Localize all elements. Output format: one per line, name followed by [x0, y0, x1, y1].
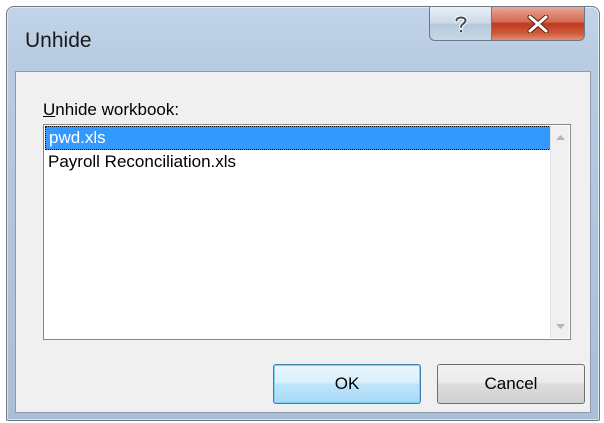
- workbook-list-items: pwd.xls Payroll Reconciliation.xls: [45, 126, 551, 338]
- label-accesskey: U: [43, 100, 56, 119]
- vertical-scrollbar[interactable]: [550, 126, 569, 338]
- list-item[interactable]: pwd.xls: [45, 126, 551, 150]
- help-button[interactable]: [429, 7, 491, 41]
- close-x-icon: [527, 14, 549, 33]
- dialog-client-area: Unhide workbook: pwd.xls Payroll Reconcil…: [15, 71, 591, 413]
- caption-buttons: [429, 7, 585, 41]
- unhide-dialog-window: Unhide Unhide workbook: pwd.xls Payroll …: [6, 6, 600, 421]
- ok-button[interactable]: OK: [273, 364, 421, 404]
- question-mark-icon: [454, 15, 468, 33]
- cancel-button[interactable]: Cancel: [437, 364, 585, 404]
- workbook-listbox[interactable]: pwd.xls Payroll Reconciliation.xls: [43, 124, 571, 340]
- scroll-down-arrow-icon[interactable]: [551, 318, 569, 336]
- unhide-workbook-label: Unhide workbook:: [43, 100, 179, 120]
- label-text: nhide workbook:: [55, 100, 180, 119]
- title-bar[interactable]: Unhide: [7, 7, 599, 69]
- dialog-title: Unhide: [25, 29, 92, 52]
- scroll-up-arrow-icon[interactable]: [551, 128, 569, 146]
- list-item[interactable]: Payroll Reconciliation.xls: [45, 150, 551, 174]
- close-button[interactable]: [491, 7, 585, 41]
